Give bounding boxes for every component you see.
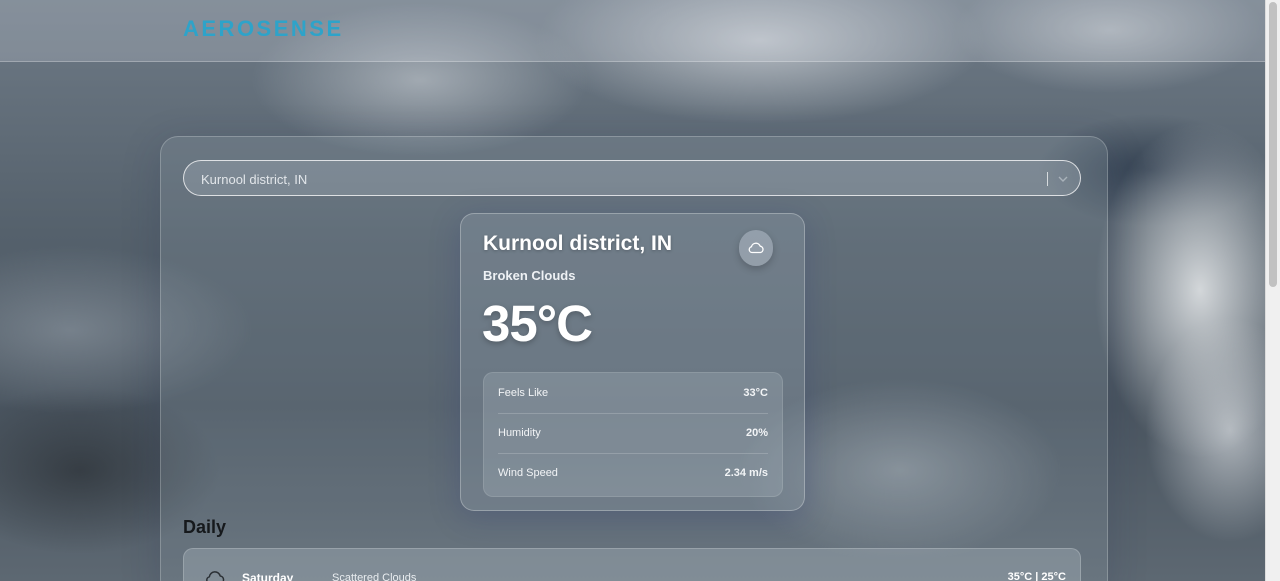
detail-value: 2.34 m/s <box>724 467 768 479</box>
page-scrollbar[interactable] <box>1265 0 1280 581</box>
weather-condition: Broken Clouds <box>483 268 576 283</box>
daily-heading: Daily <box>183 517 227 537</box>
current-temperature: 35°C <box>482 295 593 352</box>
daily-forecast-item[interactable]: Saturday Scattered Clouds 35°C | 25°C <box>183 548 1081 581</box>
forecast-day: Saturday <box>242 571 294 581</box>
chevron-down-icon[interactable] <box>1056 172 1070 186</box>
detail-label: Humidity <box>498 427 541 439</box>
detail-value: 33°C <box>743 387 768 399</box>
cloud-icon <box>748 242 764 254</box>
search-divider <box>1047 172 1048 186</box>
detail-label: Wind Speed <box>498 467 558 479</box>
detail-row-humidity: Humidity 20% <box>498 413 768 454</box>
weather-icon-badge <box>739 230 773 266</box>
detail-value: 20% <box>745 427 768 439</box>
weather-details: Feels Like 33°C Humidity 20% Wind Speed … <box>483 372 783 497</box>
forecast-condition: Scattered Clouds <box>332 572 417 581</box>
detail-row-feels-like: Feels Like 33°C <box>498 373 768 414</box>
location-title: Kurnool district, IN <box>483 232 672 255</box>
location-search[interactable] <box>183 160 1081 197</box>
app-header: AEROSENSE <box>0 0 1266 62</box>
cloud-icon <box>206 571 225 581</box>
detail-label: Feels Like <box>498 387 549 399</box>
scrollbar-thumb[interactable] <box>1269 2 1277 287</box>
forecast-temp-range: 35°C | 25°C <box>1007 571 1066 581</box>
detail-row-wind-speed: Wind Speed 2.34 m/s <box>498 453 768 493</box>
app-logo[interactable]: AEROSENSE <box>183 16 344 42</box>
current-weather-card: Kurnool district, IN Broken Clouds 35°C … <box>460 213 805 511</box>
search-input[interactable] <box>199 161 1033 197</box>
